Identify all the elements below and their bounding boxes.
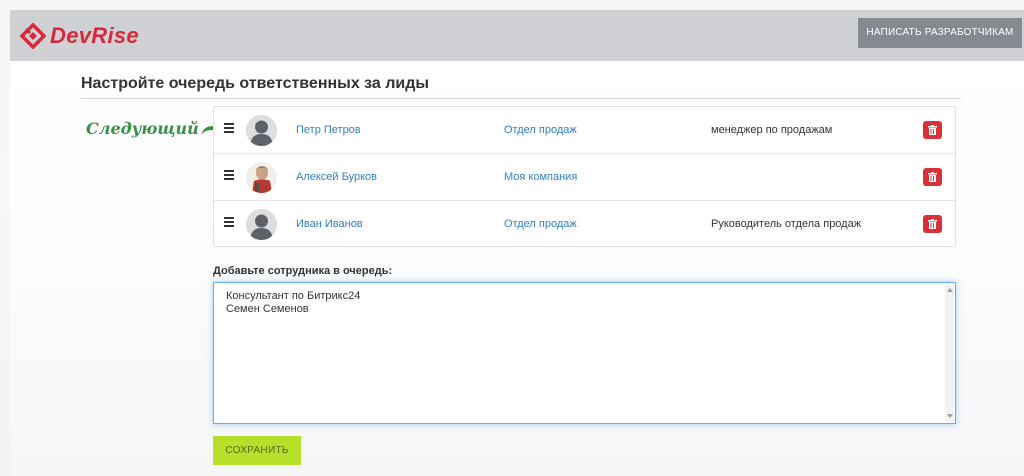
- drag-handle-icon[interactable]: [224, 217, 234, 227]
- default-avatar-icon: [246, 209, 277, 240]
- next-indicator: Следующий: [86, 119, 220, 138]
- textarea-line: Консультант по Битрикс24: [226, 290, 361, 302]
- devrise-logo-icon: [20, 23, 46, 49]
- employee-name-link[interactable]: Алексей Бурков: [296, 171, 377, 183]
- drag-handle-icon[interactable]: [224, 123, 234, 133]
- next-label-text: Следующий: [86, 119, 199, 138]
- page-title: Настройте очередь ответственных за лиды: [81, 75, 430, 92]
- trash-icon: [928, 219, 937, 229]
- logo-text: DevRise: [50, 23, 139, 48]
- scroll-down-icon[interactable]: [947, 414, 953, 418]
- employee-name-link[interactable]: Петр Петров: [296, 124, 361, 136]
- textarea-line: Семен Семенов: [226, 303, 309, 315]
- employee-role: Руководитель отдела продаж: [711, 218, 862, 230]
- default-avatar-icon: [246, 115, 277, 146]
- delete-button[interactable]: [923, 215, 942, 233]
- photo-avatar-icon: [246, 162, 277, 193]
- trash-icon: [928, 172, 937, 182]
- queue-row[interactable]: Иван Иванов Отдел продаж Руководитель от…: [214, 201, 955, 248]
- queue-row[interactable]: Петр Петров Отдел продаж менеджер по про…: [214, 107, 955, 154]
- drag-handle-icon[interactable]: [224, 170, 234, 180]
- textarea-scrollbar[interactable]: [945, 284, 954, 422]
- add-employee-textarea[interactable]: Консультант по Битрикс24 Семен Семенов: [213, 282, 956, 424]
- department-link[interactable]: Отдел продаж: [504, 218, 577, 230]
- top-header: DevRise НАПИСАТЬ РАЗРАБОТЧИКАМ: [10, 10, 1024, 61]
- scroll-up-icon[interactable]: [947, 288, 953, 292]
- department-link[interactable]: Отдел продаж: [504, 124, 577, 136]
- responsible-queue-list: Петр Петров Отдел продаж менеджер по про…: [213, 106, 956, 247]
- delete-button[interactable]: [923, 168, 942, 186]
- write-developers-button[interactable]: НАПИСАТЬ РАЗРАБОТЧИКАМ: [858, 18, 1022, 48]
- trash-icon: [928, 125, 937, 135]
- add-employee-label: Добавьте сотрудника в очередь:: [213, 265, 393, 277]
- department-link[interactable]: Моя компания: [504, 171, 577, 183]
- delete-button[interactable]: [923, 121, 942, 139]
- employee-role: менеджер по продажам: [711, 124, 833, 136]
- devrise-logo[interactable]: DevRise: [20, 22, 139, 50]
- employee-name-link[interactable]: Иван Иванов: [296, 218, 363, 230]
- save-button[interactable]: СОХРАНИТЬ: [213, 436, 301, 465]
- queue-row[interactable]: Алексей Бурков Моя компания: [214, 154, 955, 201]
- title-divider: [81, 98, 961, 99]
